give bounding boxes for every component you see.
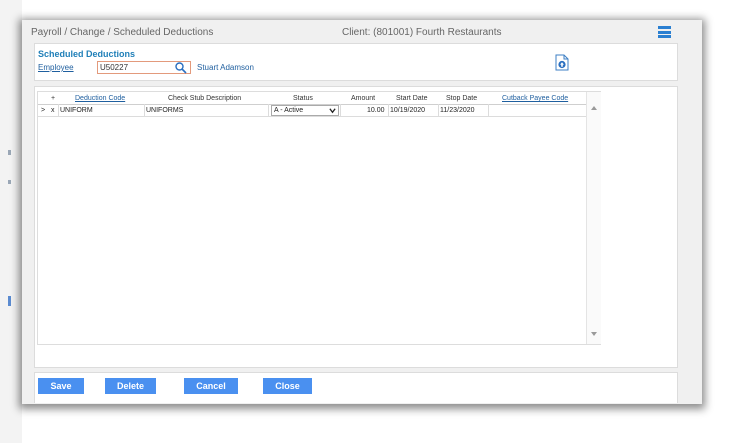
action-bar: Save Delete Cancel Close: [34, 372, 678, 403]
scroll-down-icon[interactable]: [591, 332, 597, 336]
background-mark: [8, 180, 11, 184]
breadcrumb: Payroll / Change / Scheduled Deductions: [31, 27, 214, 38]
column-header-check-stub-description: Check Stub Description: [168, 95, 242, 102]
add-row-button[interactable]: +: [51, 95, 55, 102]
cell-amount[interactable]: 10.00: [367, 107, 385, 114]
grid-scrollbar[interactable]: [586, 92, 601, 344]
employee-link[interactable]: Employee: [38, 63, 74, 72]
column-header-status: Status: [293, 95, 313, 102]
client-label: Client: (801001) Fourth Restaurants: [342, 27, 502, 38]
cell-deduction-code[interactable]: UNIFORM: [60, 107, 93, 114]
row-selector-icon[interactable]: >: [41, 107, 45, 114]
background-mark: [8, 296, 11, 306]
section-title: Scheduled Deductions: [38, 49, 136, 59]
cell-check-stub-description[interactable]: UNIFORMS: [146, 107, 183, 114]
status-select-value: A - Active: [274, 107, 304, 114]
row-divider: [38, 116, 586, 117]
column-header-amount: Amount: [351, 95, 376, 102]
deductions-grid: + Deduction Code Check Stub Description …: [37, 91, 601, 345]
menu-lines-icon[interactable]: [658, 26, 671, 38]
document-upload-icon[interactable]: [555, 54, 569, 71]
delete-button[interactable]: Delete: [105, 378, 156, 394]
status-select[interactable]: A - Active: [271, 105, 339, 116]
column-header-stop-date: Stop Date: [446, 95, 478, 102]
scroll-up-icon[interactable]: [591, 106, 597, 110]
cancel-button[interactable]: Cancel: [184, 378, 238, 394]
employee-panel: Scheduled Deductions Employee Stuart Ada…: [34, 43, 678, 81]
title-bar: Payroll / Change / Scheduled Deductions …: [22, 20, 702, 44]
cell-stop-date[interactable]: 11/23/2020: [440, 107, 475, 114]
close-button[interactable]: Close: [263, 378, 312, 394]
background-strip: [0, 0, 22, 443]
column-header-start-date: Start Date: [396, 95, 428, 102]
column-header-cutback-payee-code[interactable]: Cutback Payee Code: [502, 95, 568, 102]
remove-row-button[interactable]: x: [51, 107, 55, 114]
column-header-deduction-code[interactable]: Deduction Code: [75, 95, 125, 102]
chevron-down-icon: [329, 108, 336, 114]
background-mark: [8, 150, 11, 155]
cell-start-date[interactable]: 10/19/2020: [390, 107, 425, 114]
save-button[interactable]: Save: [38, 378, 84, 394]
deductions-panel: + Deduction Code Check Stub Description …: [34, 86, 678, 368]
search-icon[interactable]: [174, 61, 188, 74]
employee-name: Stuart Adamson: [197, 63, 254, 72]
scheduled-deductions-window: Payroll / Change / Scheduled Deductions …: [22, 20, 702, 404]
